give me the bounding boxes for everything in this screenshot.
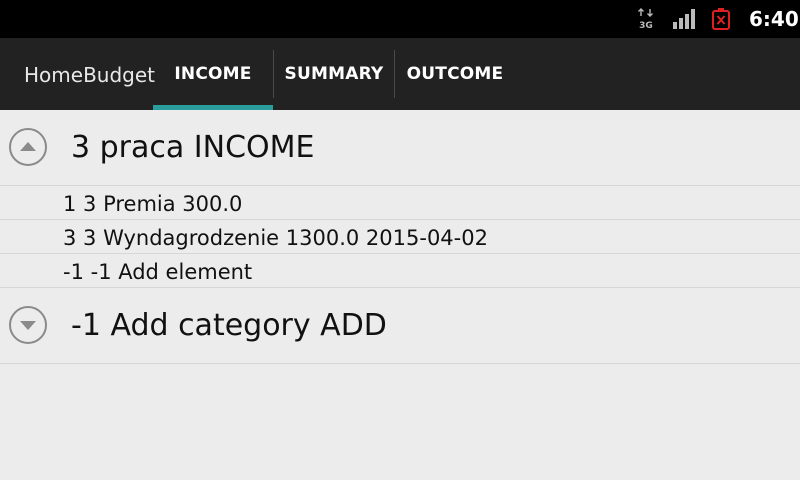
group-label: -1 Add category ADD bbox=[71, 308, 387, 343]
3g-data-icon: 3G bbox=[638, 8, 653, 30]
expand-down-icon[interactable] bbox=[8, 305, 48, 345]
battery-empty-icon bbox=[712, 8, 730, 30]
collapse-up-icon[interactable] bbox=[8, 127, 48, 167]
signal-strength-icon bbox=[673, 9, 695, 29]
add-element-item[interactable]: -1 -1 Add element bbox=[0, 254, 800, 288]
list-group-add-category[interactable]: -1 Add category ADD bbox=[0, 288, 800, 364]
tab-outcome[interactable]: OUTCOME bbox=[395, 38, 515, 110]
app-title: HomeBudget bbox=[24, 63, 155, 87]
list-item-label: 3 3 Wyndagrodzenie 1300.0 2015-04-02 bbox=[63, 226, 488, 250]
tab-income-label: INCOME bbox=[174, 64, 252, 84]
action-bar: HomeBudget INCOME SUMMARY OUTCOME bbox=[0, 38, 800, 110]
list-item[interactable]: 3 3 Wyndagrodzenie 1300.0 2015-04-02 bbox=[0, 220, 800, 254]
tab-outcome-label: OUTCOME bbox=[406, 64, 504, 84]
status-bar: 3G 6:40 bbox=[0, 0, 800, 38]
list-item[interactable]: 1 3 Premia 300.0 bbox=[0, 186, 800, 220]
svg-text:3G: 3G bbox=[639, 21, 653, 30]
status-time: 6:40 bbox=[749, 7, 799, 31]
tab-summary-label: SUMMARY bbox=[284, 64, 384, 84]
list-item-label: -1 -1 Add element bbox=[63, 260, 253, 284]
tab-income[interactable]: INCOME bbox=[153, 38, 273, 110]
group-label: 3 praca INCOME bbox=[71, 130, 315, 165]
list-item-label: 1 3 Premia 300.0 bbox=[63, 192, 243, 216]
tab-summary[interactable]: SUMMARY bbox=[274, 38, 394, 110]
list-group-income[interactable]: 3 praca INCOME bbox=[0, 110, 800, 186]
